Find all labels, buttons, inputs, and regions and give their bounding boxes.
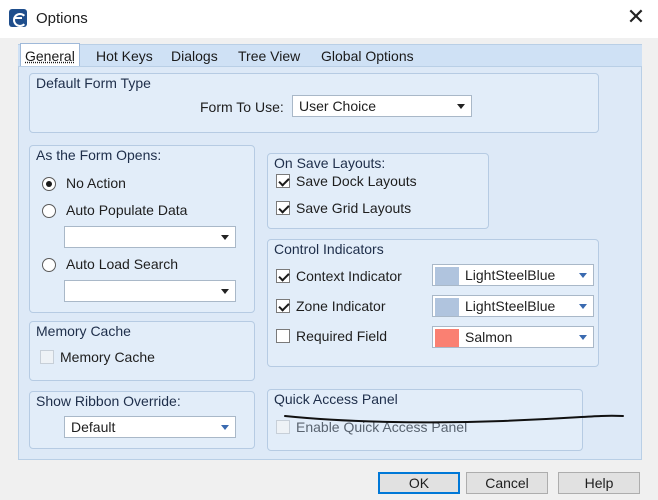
auto-populate-label: Auto Populate Data [66,202,188,218]
tab-general[interactable]: General [20,43,80,68]
group-title: On Save Layouts: [274,155,386,171]
form-to-use-value: User Choice [299,98,377,114]
chevron-down-icon [221,235,229,240]
show-ribbon-value: Default [71,419,116,435]
auto-load-label: Auto Load Search [66,256,179,272]
group-title: Quick Access Panel [274,391,398,407]
ok-button[interactable]: OK [378,472,460,494]
zone-indicator-label: Zone Indicator [296,298,386,314]
form-to-use-label: Form To Use: [200,99,284,115]
show-ribbon-select[interactable]: Default [64,416,236,438]
close-icon[interactable]: ✕ [624,7,648,31]
auto-populate-select[interactable] [64,226,236,248]
zone-indicator-color-value: LightSteelBlue [465,298,556,314]
chevron-down-icon [579,304,587,309]
no-action-label: No Action [66,175,126,191]
no-action-radio[interactable] [42,177,56,191]
auto-populate-radio[interactable] [42,204,56,218]
zone-indicator-checkbox[interactable] [276,299,290,313]
context-indicator-checkbox[interactable] [276,269,290,283]
tab-page-general: Default Form Type Form To Use: User Choi… [18,66,642,460]
group-title: Memory Cache [36,323,131,339]
group-default-form-type: Default Form Type Form To Use: User Choi… [29,73,599,133]
help-button[interactable]: Help [558,472,640,494]
memory-cache-label: Memory Cache [60,349,155,365]
auto-load-radio[interactable] [42,258,56,272]
group-title: As the Form Opens: [36,147,162,163]
save-dock-label: Save Dock Layouts [296,173,417,189]
group-title: Default Form Type [36,75,151,91]
cancel-button[interactable]: Cancel [466,472,548,494]
tab-dialogs[interactable]: Dialogs [167,46,222,66]
group-control-indicators: Control Indicators Context Indicator Lig… [267,239,599,367]
save-grid-checkbox[interactable] [276,201,290,215]
window-title: Options [36,10,88,27]
tab-hot-keys[interactable]: Hot Keys [92,46,157,66]
chevron-down-icon [579,273,587,278]
group-memory-cache: Memory Cache Memory Cache [29,321,255,381]
required-field-label: Required Field [296,328,388,344]
group-as-form-opens: As the Form Opens: No Action Auto Popula… [29,145,255,313]
chevron-down-icon [221,425,229,430]
required-field-checkbox[interactable] [276,329,290,343]
group-title: Control Indicators [274,241,384,257]
form-to-use-select[interactable]: User Choice [292,95,472,117]
zone-indicator-color-select[interactable]: LightSteelBlue [432,295,594,317]
chevron-down-icon [457,104,465,109]
auto-load-select[interactable] [64,280,236,302]
group-show-ribbon-override: Show Ribbon Override: Default [29,391,255,449]
chevron-down-icon [579,335,587,340]
save-dock-checkbox[interactable] [276,174,290,188]
dialog-body: General Hot Keys Dialogs Tree View Globa… [0,38,658,500]
required-field-color-select[interactable]: Salmon [432,326,594,348]
chevron-down-icon [221,289,229,294]
title-bar: Options ✕ [0,0,658,38]
context-indicator-label: Context Indicator [296,268,402,284]
color-swatch [435,267,459,285]
save-grid-label: Save Grid Layouts [296,200,412,216]
color-swatch [435,329,459,347]
group-on-save-layouts: On Save Layouts: Save Dock Layouts Save … [267,153,489,229]
app-logo-icon [9,9,27,27]
group-title: Show Ribbon Override: [36,393,181,409]
context-indicator-color-value: LightSteelBlue [465,267,556,283]
memory-cache-checkbox[interactable] [40,350,54,364]
handdrawn-underline [284,414,624,424]
tab-strip: General Hot Keys Dialogs Tree View Globa… [18,43,642,68]
tab-tree-view[interactable]: Tree View [234,46,304,66]
tab-global-options[interactable]: Global Options [317,46,418,66]
required-field-color-value: Salmon [465,329,513,345]
color-swatch [435,298,459,316]
context-indicator-color-select[interactable]: LightSteelBlue [432,264,594,286]
